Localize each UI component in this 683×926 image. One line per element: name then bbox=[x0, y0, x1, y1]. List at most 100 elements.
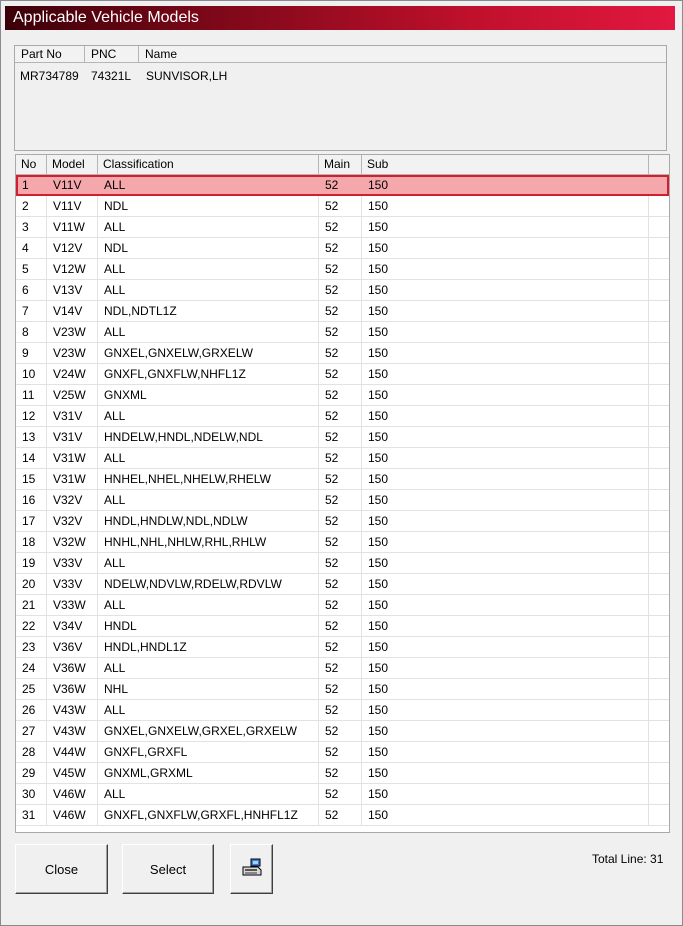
col-header-main[interactable]: Main bbox=[319, 155, 362, 174]
table-row[interactable]: 24 V36W ALL 52 150 bbox=[16, 658, 669, 679]
cell-main: 52 bbox=[319, 490, 362, 510]
cell-sub: 150 bbox=[362, 553, 649, 573]
col-header-sub[interactable]: Sub bbox=[362, 155, 649, 174]
cell-main: 52 bbox=[319, 448, 362, 468]
table-row[interactable]: 8 V23W ALL 52 150 bbox=[16, 322, 669, 343]
cell-no: 1 bbox=[22, 178, 29, 192]
select-button[interactable]: Select bbox=[122, 844, 214, 894]
table-row[interactable]: 4 V12V NDL 52 150 bbox=[16, 238, 669, 259]
table-row[interactable]: 17 V32V HNDL,HNDLW,NDL,NDLW 52 150 bbox=[16, 511, 669, 532]
cell-main: 52 bbox=[319, 427, 362, 447]
cell-model: V11W bbox=[47, 217, 98, 237]
cell-main: 52 bbox=[319, 574, 362, 594]
table-row[interactable]: 13 V31V HNDELW,HNDL,NDELW,NDL 52 150 bbox=[16, 427, 669, 448]
table-row[interactable]: 3 V11W ALL 52 150 bbox=[16, 217, 669, 238]
cell-no: 9 bbox=[16, 343, 47, 363]
cell-no: 20 bbox=[16, 574, 47, 594]
cell-sub: 150 bbox=[362, 217, 649, 237]
cell-main: 52 bbox=[319, 742, 362, 762]
pnc-header: PNC bbox=[85, 46, 139, 63]
cell-sub: 150 bbox=[362, 742, 649, 762]
cell-classification: ALL bbox=[98, 595, 319, 615]
cell-classification: ALL bbox=[98, 448, 319, 468]
table-row[interactable]: 18 V32W HNHL,NHL,NHLW,RHL,RHLW 52 150 bbox=[16, 532, 669, 553]
cell-model: V14V bbox=[47, 301, 98, 321]
cell-main: 52 bbox=[319, 763, 362, 783]
cell-main: 52 bbox=[319, 301, 362, 321]
cell-no: 17 bbox=[16, 511, 47, 531]
cell-model: V45W bbox=[47, 763, 98, 783]
cell-model: V12V bbox=[47, 238, 98, 258]
cell-model: V46W bbox=[47, 805, 98, 825]
table-row[interactable]: 27 V43W GNXEL,GNXELW,GRXEL,GRXELW 52 150 bbox=[16, 721, 669, 742]
table-row[interactable]: 5 V12W ALL 52 150 bbox=[16, 259, 669, 280]
cell-main: 52 bbox=[319, 805, 362, 825]
cell-no: 25 bbox=[16, 679, 47, 699]
cell-no: 27 bbox=[16, 721, 47, 741]
cell-no: 22 bbox=[16, 616, 47, 636]
cell-sub: 150 bbox=[362, 469, 649, 489]
table-row[interactable]: 31 V46W GNXFL,GNXFLW,GRXFL,HNHFL1Z 52 150 bbox=[16, 805, 669, 826]
printer-icon bbox=[242, 858, 261, 875]
cell-classification: ALL bbox=[98, 553, 319, 573]
cell-sub: 150 bbox=[362, 511, 649, 531]
cell-model: V23W bbox=[47, 343, 98, 363]
dialog-window: Applicable Vehicle Models Part No PNC Na… bbox=[0, 0, 683, 926]
cell-main: 52 bbox=[319, 343, 362, 363]
table-row[interactable]: 21 V33W ALL 52 150 bbox=[16, 595, 669, 616]
table-row[interactable]: 25 V36W NHL 52 150 bbox=[16, 679, 669, 700]
cell-no: 4 bbox=[16, 238, 47, 258]
table-row[interactable]: 28 V44W GNXFL,GRXFL 52 150 bbox=[16, 742, 669, 763]
table-row[interactable]: 6 V13V ALL 52 150 bbox=[16, 280, 669, 301]
cell-model: V12W bbox=[47, 259, 98, 279]
cell-classification: ALL bbox=[98, 322, 319, 342]
cell-model: V11V bbox=[53, 178, 82, 192]
cell-classification: ALL bbox=[98, 406, 319, 426]
close-button[interactable]: Close bbox=[15, 844, 108, 894]
cell-model: V36W bbox=[47, 679, 98, 699]
cell-main: 52 bbox=[325, 178, 339, 192]
cell-sub: 150 bbox=[362, 679, 649, 699]
table-row[interactable]: 9 V23W GNXEL,GNXELW,GRXELW 52 150 bbox=[16, 343, 669, 364]
table-row[interactable]: 23 V36V HNDL,HNDL1Z 52 150 bbox=[16, 637, 669, 658]
table-row[interactable]: 14 V31W ALL 52 150 bbox=[16, 448, 669, 469]
table-row[interactable]: 16 V32V ALL 52 150 bbox=[16, 490, 669, 511]
table-row[interactable]: 10 V24W GNXFL,GNXFLW,NHFL1Z 52 150 bbox=[16, 364, 669, 385]
cell-main: 52 bbox=[319, 259, 362, 279]
table-row[interactable]: 29 V45W GNXML,GRXML 52 150 bbox=[16, 763, 669, 784]
table-row[interactable]: 7 V14V NDL,NDTL1Z 52 150 bbox=[16, 301, 669, 322]
table-row[interactable]: 11 V25W GNXML 52 150 bbox=[16, 385, 669, 406]
pnc-value: 74321L bbox=[91, 69, 132, 83]
table-row[interactable]: 19 V33V ALL 52 150 bbox=[16, 553, 669, 574]
part-info-panel: Part No PNC Name MR734789 74321L SUNVISO… bbox=[14, 45, 667, 151]
table-row[interactable]: 2 V11V NDL 52 150 bbox=[16, 196, 669, 217]
cell-model: V33V bbox=[47, 553, 98, 573]
col-header-classification[interactable]: Classification bbox=[98, 155, 319, 174]
cell-main: 52 bbox=[319, 532, 362, 552]
cell-model: V13V bbox=[47, 280, 98, 300]
cell-sub: 150 bbox=[368, 178, 389, 192]
cell-sub: 150 bbox=[362, 385, 649, 405]
table-row[interactable]: 12 V31V ALL 52 150 bbox=[16, 406, 669, 427]
cell-main: 52 bbox=[319, 553, 362, 573]
table-row[interactable]: 1 V11V ALL 52 150 bbox=[16, 175, 669, 196]
table-row[interactable]: 20 V33V NDELW,NDVLW,RDELW,RDVLW 52 150 bbox=[16, 574, 669, 595]
table-row[interactable]: 22 V34V HNDL 52 150 bbox=[16, 616, 669, 637]
name-header: Name bbox=[139, 46, 666, 63]
cell-sub: 150 bbox=[362, 490, 649, 510]
table-row[interactable]: 26 V43W ALL 52 150 bbox=[16, 700, 669, 721]
cell-no: 31 bbox=[16, 805, 47, 825]
total-line-label: Total Line: 31 bbox=[592, 852, 664, 866]
col-header-no[interactable]: No bbox=[16, 155, 47, 174]
cell-model: V11V bbox=[47, 196, 98, 216]
cell-no: 21 bbox=[16, 595, 47, 615]
cell-sub: 150 bbox=[362, 721, 649, 741]
table-row[interactable]: 30 V46W ALL 52 150 bbox=[16, 784, 669, 805]
cell-classification: NDL bbox=[98, 196, 319, 216]
cell-model: V31W bbox=[47, 448, 98, 468]
print-button[interactable] bbox=[230, 844, 273, 894]
cell-sub: 150 bbox=[362, 658, 649, 678]
col-header-model[interactable]: Model bbox=[47, 155, 98, 174]
cell-no: 12 bbox=[16, 406, 47, 426]
table-row[interactable]: 15 V31W HNHEL,NHEL,NHELW,RHELW 52 150 bbox=[16, 469, 669, 490]
